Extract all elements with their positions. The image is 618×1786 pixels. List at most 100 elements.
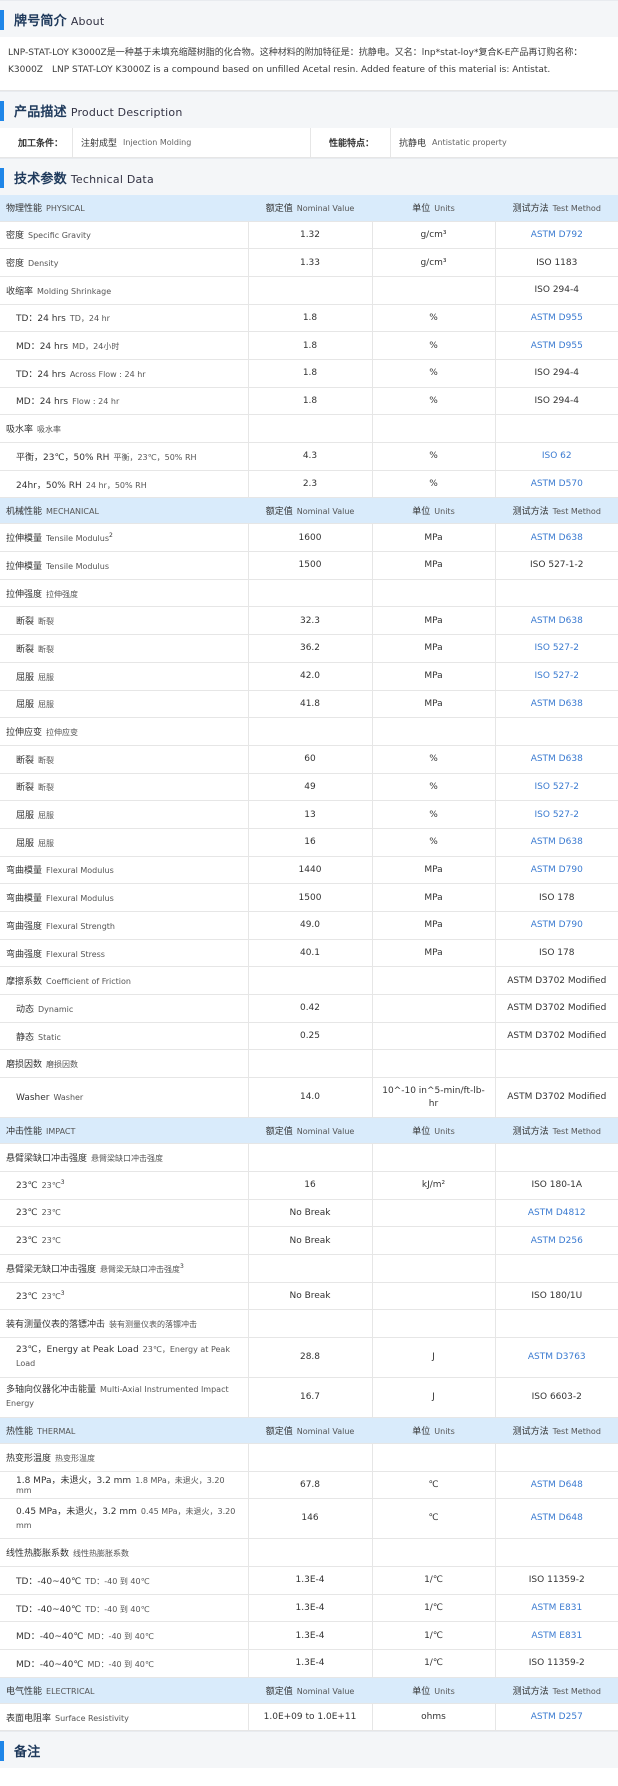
column-nominal-value-zh: 额定值 <box>265 1426 293 1437</box>
feature-label: 性能特点： <box>310 128 390 157</box>
column-nominal-value: 额定值 Nominal Value <box>247 1117 372 1145</box>
test-method: ISO 1183 <box>494 248 618 277</box>
property-name-zh: 摩擦系数 <box>6 977 43 988</box>
product-description-section: 产品描述 Product Description 加工条件： 注射成型 Inject… <box>0 91 618 158</box>
unit <box>371 1049 495 1079</box>
column-units-zh: 单位 <box>412 1426 431 1437</box>
table-row: 磨损因数 磨损因数 <box>0 1049 618 1079</box>
property-name-zh: 磨损因数 <box>6 1060 43 1071</box>
property-name-en: Static <box>38 1032 61 1042</box>
test-method-link[interactable]: ASTM D570 <box>494 470 618 499</box>
table-row: 静态 Static 0.25 ASTM D3702 Modified <box>0 1022 618 1051</box>
test-method-link[interactable]: ASTM E831 <box>494 1594 618 1623</box>
property-name: 拉伸模量 Tensile Modulus2 <box>0 523 248 553</box>
test-method-link[interactable]: ASTM D638 <box>494 745 618 774</box>
test-method-link[interactable]: ASTM D648 <box>494 1471 618 1500</box>
table-row: 悬臂梁无缺口冲击强度 悬臂梁无缺口冲击强度3 <box>0 1254 618 1283</box>
property-name: 断裂 断裂 <box>0 773 248 802</box>
nominal-value: 1500 <box>247 883 372 912</box>
column-nominal-value-zh: 额定值 <box>265 507 293 518</box>
property-name: 平衡，23℃，50% RH 平衡，23℃，50% RH <box>0 442 248 471</box>
test-method-link[interactable]: ASTM D792 <box>494 221 618 250</box>
property-name-zh: 23℃，Energy at Peak Load <box>16 1345 139 1356</box>
table-row: 平衡，23℃，50% RH 平衡，23℃，50% RH 4.3% ISO 62 <box>0 442 618 471</box>
test-method-link[interactable]: ASTM D790 <box>494 911 618 940</box>
unit: 1/℃ <box>371 1594 495 1623</box>
test-method-link[interactable]: ASTM D648 <box>494 1498 618 1540</box>
property-name: 23℃ 23℃3 <box>0 1171 248 1200</box>
test-method-link[interactable]: ASTM D638 <box>494 523 618 553</box>
test-method-link[interactable]: ASTM D3763 <box>494 1337 618 1378</box>
test-method-link[interactable]: ASTM D4812 <box>494 1199 618 1228</box>
test-method-link[interactable]: ISO 527-2 <box>494 634 618 663</box>
column-nominal-value-zh: 额定值 <box>265 1686 293 1697</box>
test-method-link[interactable]: ISO 527-2 <box>494 773 618 802</box>
property-name-en: MD：-40 到 40℃ <box>87 1659 154 1669</box>
table-row: 表面电阻率 Surface Resistivity 1.0E+09 to 1.0E+… <box>0 1703 618 1732</box>
test-method-link[interactable]: ASTM D257 <box>494 1703 618 1732</box>
nominal-value: 42.0 <box>247 662 372 691</box>
column-units-zh: 单位 <box>412 1686 431 1697</box>
technical-data-section: 技术参数 Technical Data 物理性能 PHYSICAL 额定值 Nomina… <box>0 158 618 1732</box>
nominal-value: 16 <box>247 828 372 857</box>
test-method-link[interactable]: ASTM D955 <box>494 331 618 360</box>
table-row: 线性热膨胀系数 线性热膨胀系数 <box>0 1538 618 1567</box>
test-method-link[interactable]: ASTM D256 <box>494 1226 618 1255</box>
property-name: 24hr，50% RH 24 hr，50% RH <box>0 470 248 499</box>
test-method-link[interactable]: ASTM D638 <box>494 828 618 857</box>
column-test-method-en: Test Method <box>552 1426 601 1436</box>
property-name-en: 断裂 <box>38 755 55 765</box>
property-name-en: 屈服 <box>38 811 55 821</box>
group-header-row: 电气性能 ELECTRICAL 额定值 Nominal Value 单位 Units 测试方… <box>0 1677 618 1704</box>
test-method-link[interactable]: ASTM E831 <box>494 1621 618 1651</box>
property-name: 密度 Specific Gravity <box>0 221 248 250</box>
unit <box>371 717 495 746</box>
table-row: Washer Washer 14.0 10^-10 in^5-min/ft-lb-hr… <box>0 1077 618 1119</box>
property-name-en: 23℃ <box>41 1235 61 1245</box>
unit: 1/℃ <box>371 1621 495 1651</box>
unit: MPa <box>371 634 495 663</box>
property-name-zh: 热变形温度 <box>6 1453 52 1464</box>
property-name-zh: MD：24 hrs <box>16 397 69 408</box>
property-name-en: Dynamic <box>38 1004 74 1014</box>
test-method: ISO 11359-2 <box>494 1649 618 1678</box>
unit: MPa <box>371 939 495 968</box>
property-name: 屈服 屈服 <box>0 800 248 829</box>
property-name: 屈服 屈服 <box>0 828 248 857</box>
property-name-en: 24 hr，50% RH <box>85 480 147 490</box>
nominal-value: 1.0E+09 to 1.0E+11 <box>247 1703 372 1732</box>
column-units-en: Units <box>434 204 455 214</box>
table-row: 23℃ 23℃3 No Break ISO 180/1U <box>0 1282 618 1311</box>
test-method-link[interactable]: ASTM D790 <box>494 856 618 885</box>
column-units-en: Units <box>434 1426 455 1436</box>
unit <box>371 1143 495 1172</box>
property-name-zh: 23℃ <box>16 1207 38 1218</box>
nominal-value <box>247 966 372 996</box>
unit <box>371 966 495 996</box>
notes-header: 备注 <box>0 1731 618 1769</box>
table-row: 弯曲模量 Flexural Modulus 1500 MPa ISO 178 <box>0 883 618 912</box>
property-name: 断裂 断裂 <box>0 745 248 774</box>
column-test-method: 测试方法 Test Method <box>494 1117 618 1145</box>
group-header-row: 冲击性能 IMPACT 额定值 Nominal Value 单位 Units 测试方法 Tes… <box>0 1117 618 1145</box>
group-name-zh: 热性能 <box>6 1426 34 1437</box>
property-name-en: Density <box>28 259 59 269</box>
test-method-link[interactable]: ASTM D638 <box>494 690 618 719</box>
column-nominal-value: 额定值 Nominal Value <box>247 1417 372 1444</box>
test-method-link[interactable]: ISO 62 <box>494 442 618 471</box>
test-method-link[interactable]: ISO 527-2 <box>494 662 618 691</box>
nominal-value: 0.42 <box>247 994 372 1023</box>
property-name-en: 拉伸强度 <box>46 589 79 599</box>
table-row: 断裂 断裂 60% ASTM D638 <box>0 745 618 774</box>
property-name: 弯曲强度 Flexural Strength <box>0 911 248 940</box>
table-row: MD：-40~40℃ MD：-40 到 40℃ 1.3E-4 1/℃ ASTM E831 <box>0 1621 618 1651</box>
property-name-zh: Washer <box>16 1092 50 1103</box>
property-name-en: Molding Shrinkage <box>37 286 112 296</box>
column-units: 单位 Units <box>371 1677 495 1704</box>
test-method-link[interactable]: ISO 527-2 <box>494 800 618 829</box>
test-method-link[interactable]: ASTM D638 <box>494 606 618 636</box>
unit: ℃ <box>371 1471 495 1500</box>
unit <box>371 1309 495 1338</box>
test-method-link[interactable]: ASTM D955 <box>494 304 618 333</box>
nominal-value: 2.3 <box>247 470 372 499</box>
